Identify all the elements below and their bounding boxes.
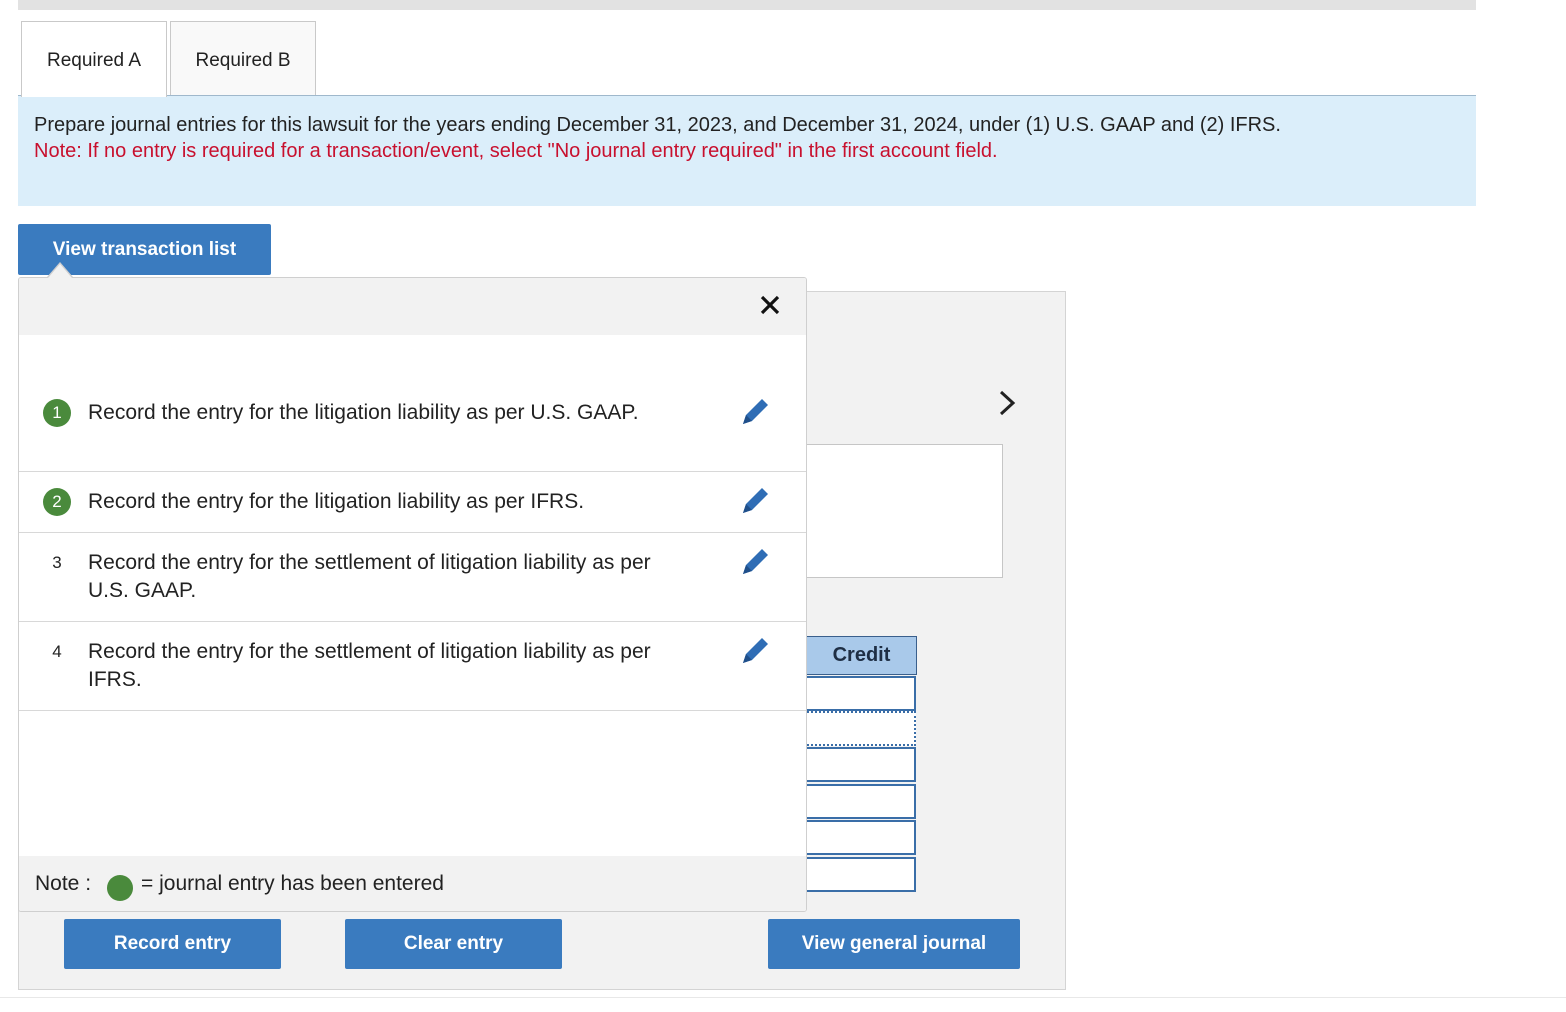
pencil-icon[interactable] — [737, 633, 773, 669]
instructions-text: Prepare journal entries for this lawsuit… — [34, 114, 1281, 136]
transaction-text: Record the entry for the litigation liab… — [88, 490, 585, 513]
tab-required-a[interactable]: Required A — [21, 21, 167, 97]
close-icon[interactable] — [759, 288, 781, 324]
pencil-icon[interactable] — [737, 544, 773, 580]
clear-entry-button[interactable]: Clear entry — [345, 919, 562, 969]
credit-input[interactable] — [800, 747, 916, 782]
chevron-right-icon[interactable] — [996, 388, 1018, 426]
instructions-panel: Prepare journal entries for this lawsuit… — [18, 96, 1476, 206]
transaction-number-badge: 2 — [43, 488, 71, 516]
tab-required-b[interactable]: Required B — [170, 21, 316, 96]
credit-input[interactable] — [800, 676, 916, 711]
pencil-icon[interactable] — [737, 394, 773, 430]
instructions-note: Note: If no entry is required for a tran… — [34, 140, 998, 162]
pencil-icon[interactable] — [737, 483, 773, 519]
transaction-number: 4 — [52, 642, 62, 661]
transaction-row[interactable]: 4 Record the entry for the settlement of… — [19, 622, 806, 711]
credit-input[interactable] — [800, 820, 916, 855]
credit-input[interactable] — [800, 784, 916, 819]
transaction-row[interactable]: 2 Record the entry for the litigation li… — [19, 472, 806, 533]
transaction-description-box — [800, 444, 1003, 578]
transaction-row[interactable]: 3 Record the entry for the settlement of… — [19, 533, 806, 622]
transaction-text: Record the entry for the settlement of l… — [88, 640, 651, 691]
transaction-list-popup: 1 Record the entry for the litigation li… — [18, 277, 807, 912]
popup-header — [19, 278, 806, 335]
popup-note-bar: Note : = journal entry has been entered — [19, 856, 806, 911]
transaction-number-badge: 1 — [43, 399, 71, 427]
note-text: = journal entry has been entered — [141, 872, 444, 895]
transaction-number: 3 — [52, 553, 62, 572]
bottom-divider — [0, 997, 1566, 998]
view-general-journal-button[interactable]: View general journal — [768, 919, 1020, 969]
credit-input[interactable] — [800, 857, 916, 892]
credit-input[interactable] — [800, 711, 916, 746]
record-entry-button[interactable]: Record entry — [64, 919, 281, 969]
popup-caret — [48, 264, 72, 278]
transaction-text: Record the entry for the settlement of l… — [88, 551, 651, 602]
top-progress-bar — [18, 0, 1476, 10]
entered-indicator-icon — [107, 875, 133, 901]
credit-column-header: Credit — [800, 636, 917, 675]
transaction-row[interactable]: 1 Record the entry for the litigation li… — [19, 391, 806, 472]
note-label: Note : — [35, 872, 92, 895]
transaction-text: Record the entry for the litigation liab… — [88, 401, 639, 424]
